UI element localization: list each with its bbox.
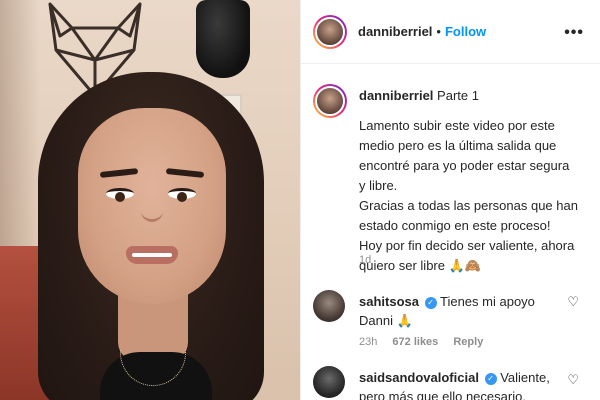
commenter-username[interactable]: sahitsosa: [359, 294, 419, 309]
left-eye: [106, 188, 134, 202]
caption-body: Lamento subir este video por este medio …: [359, 116, 579, 277]
post-sidebar: danniberriel • Follow ••• danniberriel P…: [300, 0, 600, 400]
author-username[interactable]: danniberriel: [358, 24, 432, 39]
caption-avatar-ring[interactable]: [313, 84, 347, 118]
praying-hands-emoji-icon: 🙏: [396, 314, 413, 329]
video-player[interactable]: [0, 0, 300, 400]
left-eyebrow: [99, 168, 139, 178]
caption-paragraph: Lamento subir este video por este medio …: [359, 118, 570, 193]
caption-paragraph: Hoy por fin decido ser valiente, ahora q…: [359, 236, 579, 277]
commenter-avatar[interactable]: [313, 290, 345, 322]
person-lips: [126, 246, 178, 264]
author-avatar-ring[interactable]: [313, 14, 347, 49]
hanging-hat: [196, 0, 250, 78]
verified-badge-icon: ✓: [424, 297, 437, 309]
reply-button[interactable]: Reply: [453, 336, 483, 348]
caption-timestamp[interactable]: 1d: [359, 254, 371, 266]
comment-text: saidsandovaloficial ✓ Valiente, pero más…: [359, 368, 559, 400]
praying-hands-emoji-icon: 🙏🙈: [448, 259, 481, 274]
heart-icon[interactable]: ♡: [567, 294, 579, 310]
caption-title: Parte 1: [437, 88, 479, 103]
follow-button[interactable]: Follow: [445, 24, 486, 39]
person-face: [78, 108, 226, 304]
commenter-username[interactable]: saidsandovaloficial: [359, 370, 479, 385]
author-avatar[interactable]: [315, 16, 345, 47]
comment-text: sahitsosa ✓ Tienes mi apoyo Danni 🙏: [359, 292, 559, 331]
comment-timestamp[interactable]: 23h: [359, 336, 377, 348]
verified-badge-icon: ✓: [484, 373, 497, 385]
right-eyebrow: [165, 168, 205, 178]
comment-meta: 23h 672 likes Reply: [359, 336, 495, 348]
post-header: danniberriel • Follow •••: [301, 0, 600, 64]
caption-avatar[interactable]: [315, 86, 345, 116]
person-nose: [141, 208, 163, 222]
header-separator: •: [436, 24, 441, 39]
more-horizontal-icon[interactable]: •••: [564, 24, 584, 42]
right-eye: [168, 188, 196, 202]
comment-likes[interactable]: 672 likes: [392, 336, 438, 348]
heart-icon[interactable]: ♡: [567, 372, 579, 388]
caption-username[interactable]: danniberriel: [359, 88, 433, 103]
caption-header: danniberriel Parte 1: [359, 88, 479, 103]
caption-paragraph: Gracias a todas las personas que han est…: [359, 198, 578, 233]
commenter-avatar[interactable]: [313, 366, 345, 398]
